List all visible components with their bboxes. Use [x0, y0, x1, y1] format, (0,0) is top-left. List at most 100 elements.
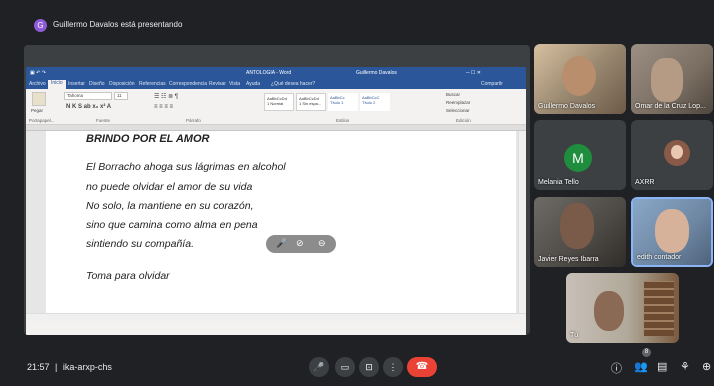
- style-heading-2[interactable]: AaBbCcC Título 2: [360, 93, 390, 111]
- meeting-control-bar: 21:57 | ika-arxp-chs 🎤 ▭ ⊡ ⋮ ☎ ⓘ 👥 8 ▤ ⚘…: [0, 346, 714, 386]
- word-status-bar: [26, 321, 526, 335]
- style-name: 1 Sin espa...: [299, 101, 322, 106]
- participant-name: edith contador: [637, 254, 682, 261]
- ribbon: Pegar Tahoma 11 N K S ab x₂ x² A ☰ ☷ ≣ ¶…: [26, 89, 526, 125]
- doc-line: Toma para olvidar: [86, 270, 170, 282]
- doc-line: no puede olvidar el amor de su vida: [86, 181, 253, 193]
- tab-vista[interactable]: Vista: [229, 81, 240, 87]
- group-font: Fuente: [96, 118, 111, 123]
- replace-button[interactable]: Reemplazar: [446, 100, 470, 105]
- horizontal-scrollbar[interactable]: [26, 313, 526, 321]
- tab-disposicion[interactable]: Disposición: [109, 81, 135, 87]
- minimize-icon[interactable]: ⊖: [318, 238, 326, 249]
- doc-title: BRINDO POR EL AMOR: [86, 133, 210, 145]
- participant-count-badge: 8: [642, 348, 651, 357]
- info-icon[interactable]: ⓘ: [611, 360, 622, 376]
- style-no-spacing[interactable]: AaBbCcDd 1 Sin espa...: [296, 93, 326, 111]
- doc-line: No solo, la mantiene en su corazón,: [86, 200, 254, 212]
- participant-tile[interactable]: AXRR: [631, 120, 713, 190]
- paragraph-buttons[interactable]: ☰ ☷ ≣ ¶: [154, 93, 178, 100]
- document-page[interactable]: BRINDO POR EL AMOR El Borracho ahoga sus…: [46, 131, 516, 313]
- tab-ayuda[interactable]: Ayuda: [246, 81, 260, 87]
- vertical-scrollbar[interactable]: [518, 131, 526, 313]
- tab-insertar[interactable]: Insertar: [68, 81, 85, 87]
- tab-diseno[interactable]: Diseño: [89, 81, 105, 87]
- person-shape: [562, 56, 596, 96]
- participant-tile[interactable]: Guillermo Davalos: [534, 44, 626, 114]
- style-normal[interactable]: AaBbCcDd 1 Normal: [264, 93, 294, 111]
- self-view-tile[interactable]: Tú: [566, 273, 679, 343]
- group-clipboard: Portapapel...: [29, 118, 55, 123]
- avatar-face: [671, 145, 683, 159]
- end-call-button[interactable]: ☎: [407, 357, 437, 377]
- participant-name: Tú: [570, 332, 579, 339]
- font-size-box[interactable]: 11: [114, 92, 128, 100]
- more-options-button[interactable]: ⋮: [383, 357, 403, 377]
- presentation-mini-controls: 🎤 ⊘ ⊖: [266, 235, 336, 253]
- meeting-code: ika-arxp-chs: [62, 362, 112, 372]
- doc-line: sino que camina como alma en pena: [86, 219, 258, 231]
- meet-window: G Guillermo Davalos está presentando ▣ ↶…: [0, 0, 714, 386]
- participant-tile[interactable]: Javier Reyes Ibarra: [534, 197, 626, 267]
- participant-avatar: M: [564, 144, 592, 172]
- word-user: Guillermo Davalos: [356, 70, 397, 76]
- tell-me-box[interactable]: ¿Qué desea hacer?: [271, 81, 315, 87]
- tab-archivo[interactable]: Archivo: [29, 81, 46, 87]
- save-icon[interactable]: ▣ ↶ ↷: [30, 70, 46, 76]
- mic-off-icon[interactable]: 🎤: [276, 238, 287, 249]
- participant-tile[interactable]: Omar de la Cruz Lop...: [631, 44, 713, 114]
- participant-tile-speaking[interactable]: edith contador: [631, 197, 713, 267]
- lock-icon[interactable]: ⊕: [702, 360, 711, 373]
- align-buttons[interactable]: ≡ ≡ ≡ ≡: [154, 104, 173, 110]
- tab-inicio[interactable]: Inicio: [48, 80, 66, 89]
- activities-icon[interactable]: ⚘: [680, 360, 690, 373]
- participant-name: Guillermo Davalos: [538, 103, 596, 110]
- format-buttons[interactable]: N K S ab x₂ x² A: [66, 104, 111, 110]
- presenting-text: Guillermo Davalos está presentando: [53, 20, 183, 29]
- bookshelf: [644, 281, 674, 336]
- tab-revisar[interactable]: Revisar: [209, 81, 226, 87]
- meeting-time: 21:57: [27, 362, 50, 372]
- participant-name: Omar de la Cruz Lop...: [635, 103, 706, 110]
- cam-off-icon[interactable]: ⊘: [296, 238, 304, 249]
- participant-name: AXRR: [635, 179, 655, 186]
- window-controls[interactable]: ─ ☐ ✕: [466, 70, 481, 76]
- document-area[interactable]: BRINDO POR EL AMOR El Borracho ahoga sus…: [26, 131, 526, 313]
- people-icon[interactable]: 👥: [634, 360, 648, 373]
- doc-line: sintiendo su compañía.: [86, 238, 194, 250]
- present-button[interactable]: ⊡: [359, 357, 379, 377]
- ribbon-tabs: Archivo Inicio Insertar Diseño Disposici…: [26, 79, 526, 89]
- style-heading-1[interactable]: AaBbCc Título 1: [328, 93, 358, 111]
- meeting-info: 21:57 | ika-arxp-chs: [27, 362, 112, 372]
- camera-button[interactable]: ▭: [335, 357, 355, 377]
- group-editing: Edición: [456, 118, 471, 123]
- doc-line: El Borracho ahoga sus lágrimas en alcoho…: [86, 161, 286, 173]
- find-button[interactable]: Buscar: [446, 92, 460, 97]
- chat-icon[interactable]: ▤: [657, 360, 667, 373]
- person-shape: [560, 203, 594, 249]
- paste-icon[interactable]: [32, 92, 46, 106]
- presenting-banner: G Guillermo Davalos está presentando: [0, 0, 714, 36]
- font-name-box[interactable]: Tahoma: [64, 92, 112, 100]
- participant-name: Javier Reyes Ibarra: [538, 256, 599, 263]
- participant-avatar: [664, 140, 690, 166]
- separator: |: [55, 362, 58, 372]
- person-shape: [651, 58, 683, 102]
- participant-name: Melania Tello: [538, 179, 579, 186]
- presenter-avatar: G: [34, 19, 47, 32]
- group-styles: Estilos: [336, 118, 350, 123]
- participant-tile[interactable]: M Melania Tello: [534, 120, 626, 190]
- document-title: ANTOLOGIA - Word: [246, 70, 292, 76]
- word-window: ▣ ↶ ↷ ANTOLOGIA - Word Guillermo Davalos…: [26, 67, 526, 335]
- share-button[interactable]: Compartir: [481, 81, 503, 87]
- tab-referencias[interactable]: Referencias: [139, 81, 166, 87]
- select-button[interactable]: Seleccionar: [446, 108, 470, 113]
- presentation-stage[interactable]: ▣ ↶ ↷ ANTOLOGIA - Word Guillermo Davalos…: [24, 45, 530, 335]
- mic-button[interactable]: 🎤: [309, 357, 329, 377]
- style-name: Título 2: [362, 100, 376, 105]
- tab-correspondencia[interactable]: Correspondencia: [169, 81, 207, 87]
- paste-label[interactable]: Pegar: [31, 108, 43, 113]
- word-title-bar: ▣ ↶ ↷ ANTOLOGIA - Word Guillermo Davalos…: [26, 67, 526, 79]
- person-shape: [594, 291, 624, 331]
- person-shape: [655, 209, 689, 253]
